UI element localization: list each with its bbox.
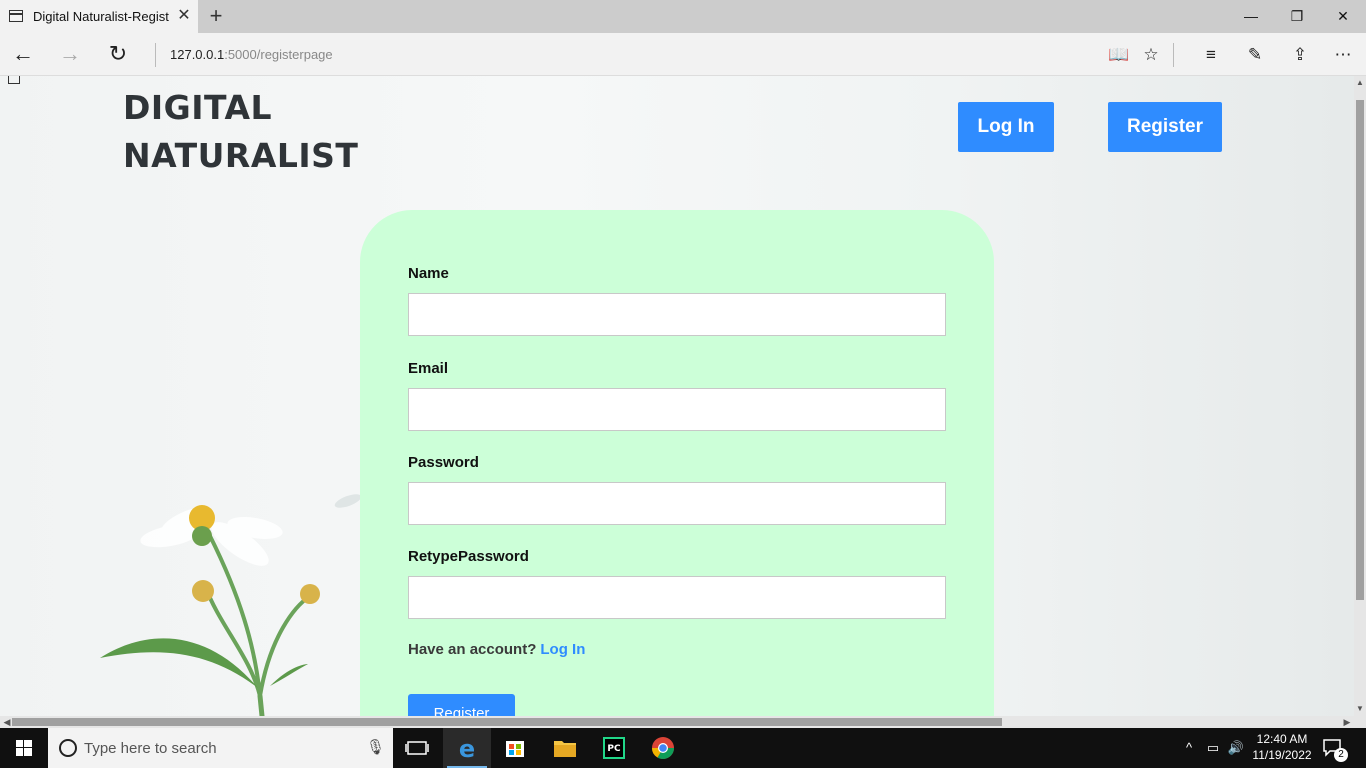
scroll-up-icon[interactable]: ▲ xyxy=(1354,76,1366,90)
clock-date: 11/19/2022 xyxy=(1252,748,1312,762)
logo-line-1: DIGITAL xyxy=(123,88,273,127)
cortana-icon xyxy=(59,739,77,757)
horizontal-scrollbar[interactable]: ◀ ▶ xyxy=(0,716,1366,728)
pycharm-icon: PC xyxy=(603,737,625,759)
hub-icon[interactable]: ≡ xyxy=(1197,41,1225,69)
url-path: :5000/registerpage xyxy=(224,47,333,62)
reading-view-icon[interactable]: 📖 xyxy=(1105,41,1133,69)
notification-badge: 2 xyxy=(1334,748,1348,762)
header-login-button[interactable]: Log In xyxy=(958,102,1054,152)
chrome-icon xyxy=(652,737,674,759)
password-label: Password xyxy=(408,454,479,471)
url-host: 127.0.0.1 xyxy=(170,47,225,62)
favorite-star-icon[interactable]: ☆ xyxy=(1137,41,1165,69)
back-button[interactable]: ← xyxy=(8,39,38,69)
address-bar: ← → ↻ 127.0.0.1:5000/registerpage 📖 ☆ ≡ … xyxy=(0,33,1366,76)
register-card: Name Email Password RetypePassword Have … xyxy=(360,210,994,716)
refresh-button[interactable]: ↻ xyxy=(103,39,133,69)
tab-bar: Digital Naturalist-Regist ✕ + — ❐ ✕ xyxy=(0,0,1366,33)
search-placeholder: Type here to search xyxy=(84,740,217,757)
file-explorer-app[interactable] xyxy=(541,728,589,768)
scroll-right-icon[interactable]: ▶ xyxy=(1340,716,1354,728)
forward-button[interactable]: → xyxy=(55,39,85,69)
task-view-icon xyxy=(405,741,429,755)
retype-password-label: RetypePassword xyxy=(408,548,529,565)
edge-icon: e xyxy=(459,735,475,763)
task-view-button[interactable] xyxy=(393,728,441,768)
name-input[interactable] xyxy=(408,293,946,336)
flower-illustration xyxy=(100,494,362,716)
clock-time: 12:40 AM xyxy=(1256,732,1308,746)
scroll-down-icon[interactable]: ▼ xyxy=(1354,702,1366,716)
new-tab-button[interactable]: + xyxy=(205,4,227,28)
svg-text:PC: PC xyxy=(607,744,621,754)
name-label: Name xyxy=(408,265,449,282)
register-submit-button[interactable]: Register xyxy=(408,694,515,716)
volume-icon[interactable]: 🔊 xyxy=(1226,728,1246,768)
vertical-scrollbar[interactable]: ▲ ▼ xyxy=(1354,76,1366,716)
taskbar-search[interactable]: Type here to search 🎙 xyxy=(48,728,393,768)
password-input[interactable] xyxy=(408,482,946,525)
share-icon[interactable]: ⇪ xyxy=(1286,41,1314,69)
header-register-button[interactable]: Register xyxy=(1108,102,1222,152)
store-app[interactable] xyxy=(491,728,539,768)
page-icon xyxy=(9,10,23,22)
system-clock[interactable]: 12:40 AM 11/19/2022 xyxy=(1246,731,1318,763)
browser-tab[interactable]: Digital Naturalist-Regist ✕ xyxy=(0,0,198,33)
edge-app[interactable]: e xyxy=(443,728,491,768)
folder-icon xyxy=(554,741,576,757)
email-label: Email xyxy=(408,360,449,377)
start-button[interactable] xyxy=(0,728,48,768)
store-icon xyxy=(506,741,524,757)
account-prompt-text: Have an account? xyxy=(408,641,537,658)
pycharm-app[interactable]: PC xyxy=(590,728,638,768)
site-logo: DIGITAL NATURALIST xyxy=(123,84,358,180)
account-prompt: Have an account? Log In xyxy=(408,641,585,658)
logo-line-2: NATURALIST xyxy=(123,136,359,175)
taskbar: Type here to search 🎙 e PC ^ ▭ 🔊 12:40 A… xyxy=(0,728,1366,768)
tab-title: Digital Naturalist-Regist xyxy=(33,9,169,24)
login-link[interactable]: Log In xyxy=(540,641,585,658)
battery-icon[interactable]: ▭ xyxy=(1203,728,1223,768)
action-center-button[interactable]: 2 xyxy=(1322,738,1348,762)
tab-close-icon[interactable]: ✕ xyxy=(176,6,192,26)
email-input[interactable] xyxy=(408,388,946,431)
close-window-button[interactable]: ✕ xyxy=(1320,0,1366,33)
microphone-icon[interactable]: 🎙 xyxy=(366,738,385,756)
tray-chevron-icon[interactable]: ^ xyxy=(1180,728,1198,768)
address-separator xyxy=(155,43,156,67)
minimize-button[interactable]: — xyxy=(1228,0,1274,33)
page-viewport: DIGITAL NATURALIST Log In Register Name … xyxy=(0,76,1354,716)
toolbar-separator xyxy=(1173,43,1174,67)
web-note-icon[interactable]: ✎ xyxy=(1241,41,1269,69)
svg-text:e: e xyxy=(459,735,475,763)
maximize-button[interactable]: ❐ xyxy=(1274,0,1320,33)
retype-password-input[interactable] xyxy=(408,576,946,619)
vertical-scroll-thumb[interactable] xyxy=(1356,100,1364,600)
url-field[interactable]: 127.0.0.1:5000/registerpage xyxy=(170,47,333,62)
chrome-app[interactable] xyxy=(639,728,687,768)
more-icon[interactable]: ⋯ xyxy=(1329,41,1357,69)
windows-logo-icon xyxy=(16,740,32,756)
page-corner-icon xyxy=(8,76,20,84)
horizontal-scroll-thumb[interactable] xyxy=(12,718,1002,726)
